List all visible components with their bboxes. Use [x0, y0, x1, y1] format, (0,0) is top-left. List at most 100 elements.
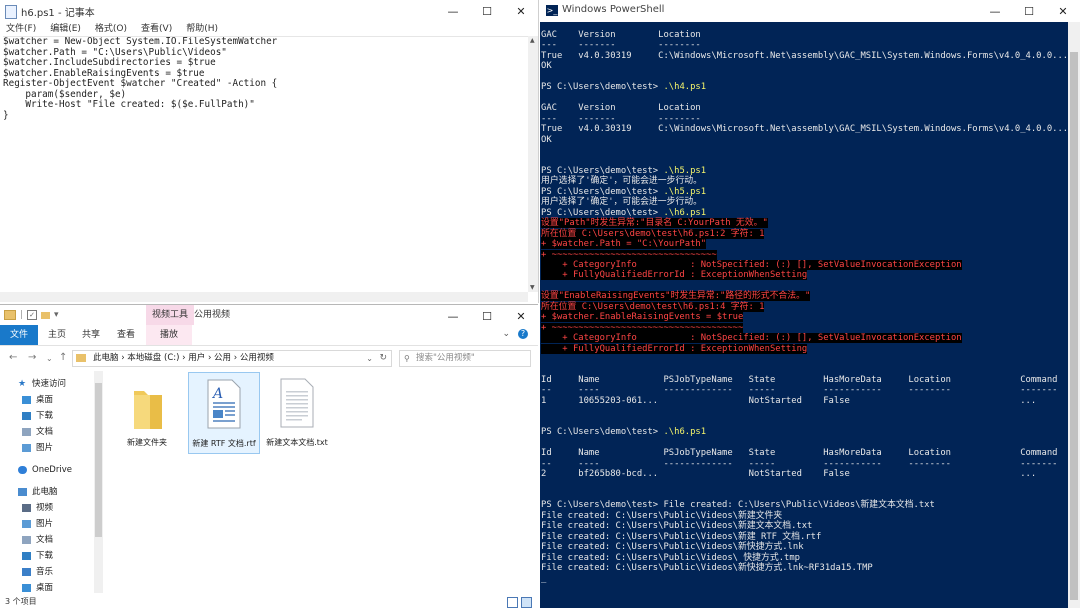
nav-item[interactable]: ★ 快速访问	[18, 377, 104, 391]
tab-play[interactable]: 播放	[146, 325, 192, 345]
ribbon-tabs: 文件 主页 共享 查看 播放 ⌄ ?	[0, 325, 538, 346]
console-line: 用户选择了'确定'，可能会进一步行动。	[541, 176, 702, 187]
powershell-title: Windows PowerShell	[562, 4, 665, 15]
nav-item[interactable]: 文档✦	[22, 425, 102, 439]
refresh-icon[interactable]: ↻	[379, 351, 387, 366]
console-line: File created: C:\Users\Public\Videos\新建文…	[541, 510, 783, 521]
minimize-icon[interactable]: —	[978, 0, 1012, 22]
file-list: 新建文件夹 A 新建 RTF 文档.rtf 新建文本文档.txt	[104, 372, 538, 595]
file-name: 新建 RTF 文档.rtf	[192, 439, 256, 448]
recent-locations-icon[interactable]: ⌄	[46, 354, 53, 363]
error-line: 所在位置 C:\Users\demo\test\h6.ps1:4 字符: 1	[541, 301, 765, 312]
nav-item[interactable]: 此电脑	[18, 485, 104, 499]
nav-item[interactable]: OneDrive	[18, 463, 104, 477]
menu-edit[interactable]: 编辑(E)	[43, 22, 88, 36]
console-line: PS C:\Users\demo\test> File created: C:\…	[541, 500, 935, 511]
nav-item-label: 文档	[36, 427, 54, 437]
scrollbar-thumb[interactable]	[95, 383, 102, 537]
file-item-rtf[interactable]: A 新建 RTF 文档.rtf	[188, 372, 260, 454]
maximize-icon[interactable]: ☐	[470, 0, 504, 22]
notepad-text-area[interactable]: $watcher = New-Object System.IO.FileSyst…	[3, 36, 528, 293]
error-line: + $watcher.EnableRaisingEvents = $true	[541, 312, 744, 323]
new-folder-icon[interactable]	[41, 311, 51, 319]
notepad-titlebar: h6.ps1 - 记事本 — ☐ ✕	[0, 0, 538, 22]
console-line: True v4.0.30319 C:\Windows\Microsoft.Net…	[541, 124, 1067, 135]
console-line: --- ------- --------	[541, 40, 701, 51]
forward-icon[interactable]: →	[28, 352, 36, 363]
search-placeholder: 搜索"公用视频"	[416, 353, 475, 363]
file-item-txt[interactable]: 新建文本文档.txt	[262, 377, 332, 457]
tab-view[interactable]: 查看	[117, 325, 135, 345]
up-icon[interactable]: ↑	[59, 352, 67, 363]
scroll-up-icon[interactable]: ▲	[530, 37, 535, 44]
close-icon[interactable]: ✕	[1046, 0, 1080, 22]
video-tools-context-tab[interactable]: 视频工具	[146, 305, 195, 325]
document-icon	[22, 428, 31, 436]
menu-format[interactable]: 格式(O)	[88, 22, 134, 36]
menu-help[interactable]: 帮助(H)	[179, 22, 225, 36]
notepad-vertical-scrollbar[interactable]: ▲ ▼	[528, 36, 538, 292]
nav-item-label: 文档	[36, 535, 54, 545]
powershell-console-output[interactable]: GAC Version Location --- ------- -------…	[541, 30, 1067, 605]
address-bar[interactable]: 此电脑 › 本地磁盘 (C:) › 用户 › 公用 › 公用视频 ⌄ ↻	[72, 350, 392, 367]
desktop-icon	[22, 396, 31, 404]
nav-item[interactable]: 图片✦	[22, 441, 102, 455]
explorer-title: 公用视频	[194, 310, 231, 320]
nav-item[interactable]: 桌面	[22, 581, 102, 595]
console-line: Id Name PSJobTypeName State HasMoreData …	[541, 448, 1058, 459]
close-icon[interactable]: ✕	[504, 305, 538, 327]
large-icons-view-icon[interactable]	[521, 597, 532, 608]
search-input[interactable]: ⚲ 搜索"公用视频"	[399, 350, 531, 367]
error-line: + CategoryInfo : NotSpecified: (:) [], S…	[541, 259, 962, 270]
nav-item-label: OneDrive	[32, 465, 72, 475]
rtf-document-icon: A	[207, 379, 241, 429]
desktop-icon	[22, 584, 31, 592]
close-icon[interactable]: ✕	[504, 0, 538, 22]
console-cursor: _	[541, 573, 547, 584]
download-icon	[22, 412, 31, 420]
back-icon[interactable]: ←	[9, 352, 17, 363]
console-line: File created: C:\Users\Public\Videos\新快捷…	[541, 563, 873, 574]
address-dropdown-icon[interactable]: ⌄	[366, 351, 373, 366]
menu-view[interactable]: 查看(V)	[134, 22, 179, 36]
error-line: 设置"EnableRaisingEvents"时发生异常:"路径的形式不合法。"	[541, 291, 811, 302]
breadcrumb[interactable]: 此电脑 › 本地磁盘 (C:) › 用户 › 公用 › 公用视频	[93, 351, 274, 366]
maximize-icon[interactable]: ☐	[470, 305, 504, 327]
item-count: 3 个项目	[5, 597, 37, 606]
scrollbar-thumb[interactable]	[1070, 52, 1078, 600]
minimize-icon[interactable]: —	[436, 0, 470, 22]
minimize-icon[interactable]: —	[436, 305, 470, 327]
svg-text:A: A	[211, 386, 223, 402]
properties-icon[interactable]: ✓	[27, 310, 38, 320]
tab-file[interactable]: 文件	[0, 325, 38, 345]
expand-ribbon-icon[interactable]: ⌄	[502, 329, 510, 339]
nav-item[interactable]: 文档	[22, 533, 102, 547]
powershell-scrollbar[interactable]	[1068, 22, 1080, 608]
maximize-icon[interactable]: ☐	[1012, 0, 1046, 22]
details-view-icon[interactable]	[507, 597, 518, 608]
nav-item[interactable]: 下载	[22, 549, 102, 563]
file-name: 新建文件夹	[127, 438, 167, 447]
notepad-horizontal-scrollbar[interactable]	[0, 292, 528, 302]
nav-item[interactable]: 视频	[22, 501, 102, 515]
navigation-pane: ★快速访问桌面✦下载✦文档✦图片✦OneDrive此电脑视频图片文档下载音乐桌面	[0, 373, 104, 595]
console-line: OK	[541, 134, 552, 145]
explorer-window: | ✓ ▾ 视频工具 公用视频 — ☐ ✕ 文件 主页 共享 查看 播放 ⌄ ?…	[0, 304, 538, 609]
console-line: --- ------- --------	[541, 113, 701, 124]
nav-item[interactable]: 下载✦	[22, 409, 102, 423]
file-name: 新建文本文档.txt	[266, 438, 328, 447]
tab-home[interactable]: 主页	[48, 325, 66, 345]
nav-item[interactable]: 图片	[22, 517, 102, 531]
nav-item[interactable]: 音乐	[22, 565, 102, 579]
scroll-down-icon[interactable]: ▼	[530, 284, 535, 291]
file-item-folder[interactable]: 新建文件夹	[112, 377, 182, 457]
error-line: + FullyQualifiedErrorId : ExceptionWhenS…	[541, 270, 808, 281]
customize-toolbar-icon[interactable]: ▾	[54, 310, 59, 320]
navigation-scrollbar[interactable]	[94, 371, 103, 593]
help-icon[interactable]: ?	[518, 329, 528, 339]
nav-item-label: 音乐	[36, 567, 54, 577]
error-line: 设置"Path"时发生异常:"目录名 C:YourPath 无效。"	[541, 218, 768, 229]
nav-item[interactable]: 桌面✦	[22, 393, 102, 407]
tab-share[interactable]: 共享	[82, 325, 100, 345]
menu-file[interactable]: 文件(F)	[0, 22, 43, 36]
